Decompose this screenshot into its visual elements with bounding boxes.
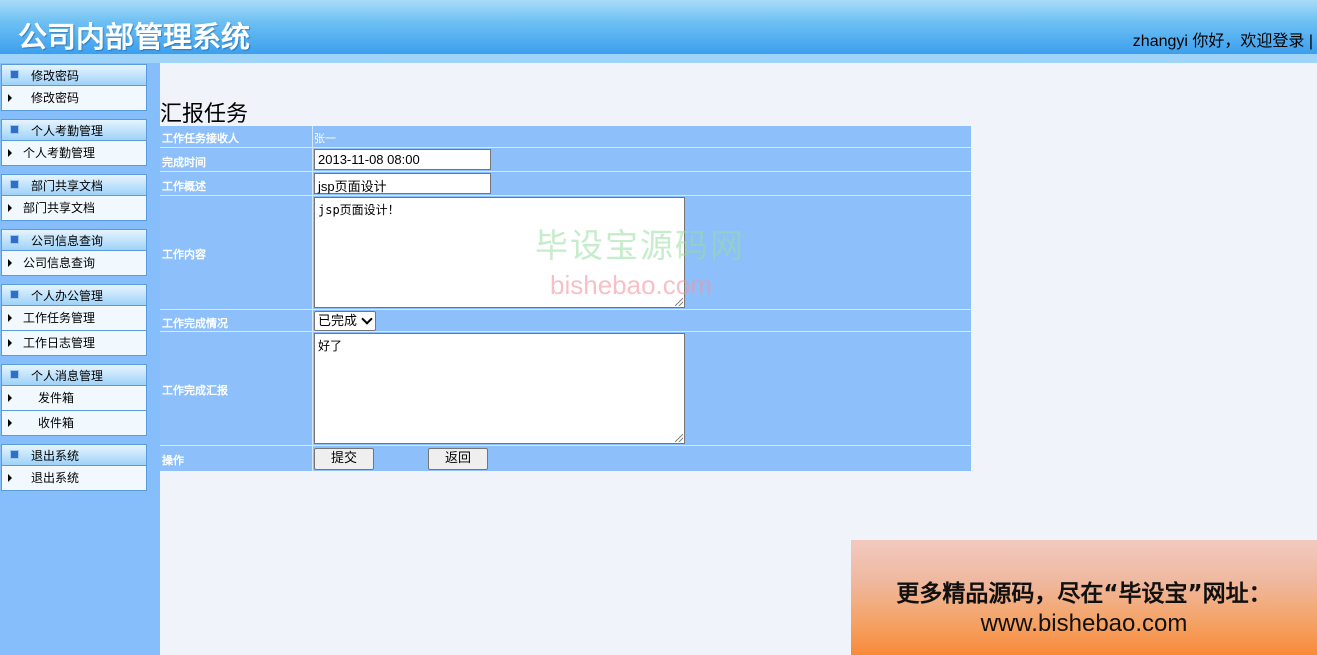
arrow-right-icon [8, 314, 12, 322]
receiver-value: 张一 [314, 132, 336, 145]
sidebar-item-log-management[interactable]: 工作日志管理 [1, 331, 147, 356]
menu-group-logout: 退出系统 退出系统 [1, 444, 147, 491]
menu-header-messages[interactable]: 个人消息管理 [1, 364, 147, 386]
sidebar-item-attendance[interactable]: 个人考勤管理 [1, 141, 147, 166]
promo-banner: 更多精品源码，尽在“毕设宝”网址： www.bishebao.com [851, 540, 1317, 655]
page-title: 汇报任务 [160, 102, 249, 127]
menu-group-messages: 个人消息管理 发件箱 收件箱 [1, 364, 147, 436]
finish-time-label: 完成时间 [162, 156, 206, 169]
summary-label: 工作概述 [162, 180, 206, 193]
sidebar-item-label: 修改密码 [31, 91, 80, 105]
sidebar-item-label: 公司信息查询 [23, 256, 96, 270]
menu-header-password[interactable]: 修改密码 [1, 64, 147, 86]
menu-group-company-info: 公司信息查询 公司信息查询 [1, 229, 147, 276]
app-title: 公司内部管理系统 [18, 20, 251, 54]
sidebar-item-company-info[interactable]: 公司信息查询 [1, 251, 147, 276]
sidebar-item-label: 工作任务管理 [23, 311, 96, 325]
receiver-label: 工作任务接收人 [162, 132, 239, 145]
promo-text: 更多精品源码，尽在“毕设宝”网址： [896, 581, 1272, 607]
arrow-right-icon [8, 419, 12, 427]
sidebar-item-label: 退出系统 [31, 471, 80, 485]
arrow-right-icon [8, 474, 12, 482]
menu-header-logout[interactable]: 退出系统 [1, 444, 147, 466]
square-bullet-icon [10, 180, 19, 189]
menu-header-label: 个人消息管理 [31, 369, 104, 383]
resize-grip-icon[interactable] [675, 434, 683, 442]
report-label: 工作完成汇报 [162, 384, 228, 397]
column-divider [312, 446, 313, 471]
arrow-right-icon [8, 339, 12, 347]
arrow-right-icon [8, 259, 12, 267]
menu-header-label: 公司信息查询 [31, 234, 104, 248]
arrow-right-icon [8, 204, 12, 212]
back-button[interactable]: 返回 [428, 448, 488, 470]
report-textarea[interactable]: 好了 [314, 333, 685, 444]
menu-header-label: 个人办公管理 [31, 289, 104, 303]
menu-header-shared-docs[interactable]: 部门共享文档 [1, 174, 147, 196]
arrow-right-icon [8, 394, 12, 402]
sidebar-item-label: 工作日志管理 [23, 336, 96, 350]
form-row-actions: 操作 提交 返回 [160, 446, 971, 471]
form-row-report: 工作完成汇报 好了 [160, 332, 971, 446]
square-bullet-icon [10, 70, 19, 79]
menu-header-label: 修改密码 [31, 69, 80, 83]
column-divider [312, 310, 313, 331]
status-select[interactable]: 已完成 [314, 311, 376, 331]
square-bullet-icon [10, 290, 19, 299]
watermark-url: bishebao.com [550, 270, 712, 300]
menu-header-company-info[interactable]: 公司信息查询 [1, 229, 147, 251]
promo-url: www.bishebao.com [980, 610, 1188, 637]
sidebar-item-outbox[interactable]: 发件箱 [1, 386, 147, 411]
menu-group-shared-docs: 部门共享文档 部门共享文档 [1, 174, 147, 221]
chevron-down-icon [361, 313, 373, 325]
column-divider [312, 172, 313, 195]
square-bullet-icon [10, 125, 19, 134]
menu-header-office[interactable]: 个人办公管理 [1, 284, 147, 306]
submit-button[interactable]: 提交 [314, 448, 374, 470]
content-label: 工作内容 [162, 248, 206, 261]
watermark-chinese: 毕设宝源码网 [535, 226, 745, 265]
sidebar: 修改密码 修改密码 个人考勤管理 个人考勤管理 部门共享文档 部门共享文档 公司… [0, 63, 160, 655]
sidebar-item-inbox[interactable]: 收件箱 [1, 411, 147, 436]
form-row-receiver: 工作任务接收人 张一 [160, 126, 971, 148]
form-row-summary: 工作概述 jsp页面设计 [160, 172, 971, 196]
summary-input[interactable]: jsp页面设计 [314, 173, 491, 194]
square-bullet-icon [10, 370, 19, 379]
form-row-status: 工作完成情况 已完成 [160, 310, 971, 332]
menu-group-attendance: 个人考勤管理 个人考勤管理 [1, 119, 147, 166]
menu-header-label: 部门共享文档 [31, 179, 104, 193]
column-divider [312, 148, 313, 171]
sidebar-item-label: 发件箱 [38, 391, 75, 405]
welcome-text: zhangyi 你好，欢迎登录 | [1132, 33, 1313, 50]
menu-header-label: 退出系统 [31, 449, 80, 463]
menu-group-office: 个人办公管理 工作任务管理 工作日志管理 [1, 284, 147, 356]
header-divider [0, 54, 1317, 63]
menu-header-attendance[interactable]: 个人考勤管理 [1, 119, 147, 141]
form-row-finish-time: 完成时间 2013-11-08 08:00 [160, 148, 971, 172]
arrow-right-icon [8, 149, 12, 157]
sidebar-item-label: 个人考勤管理 [23, 146, 96, 160]
finish-time-input[interactable]: 2013-11-08 08:00 [314, 149, 491, 170]
square-bullet-icon [10, 235, 19, 244]
sidebar-item-logout[interactable]: 退出系统 [1, 466, 147, 491]
column-divider [312, 332, 313, 445]
sidebar-item-label: 收件箱 [38, 416, 75, 430]
action-label: 操作 [162, 454, 184, 467]
header-bar: 公司内部管理系统 zhangyi 你好，欢迎登录 | [0, 0, 1317, 54]
arrow-right-icon [8, 94, 12, 102]
menu-header-label: 个人考勤管理 [31, 124, 104, 138]
menu-group-password: 修改密码 修改密码 [1, 64, 147, 111]
sidebar-item-change-password[interactable]: 修改密码 [1, 86, 147, 111]
sidebar-item-label: 部门共享文档 [23, 201, 96, 215]
square-bullet-icon [10, 450, 19, 459]
sidebar-item-shared-docs[interactable]: 部门共享文档 [1, 196, 147, 221]
column-divider [312, 196, 313, 309]
status-label: 工作完成情况 [162, 317, 228, 330]
status-selected-value: 已完成 [318, 313, 358, 328]
report-text: 好了 [318, 339, 343, 353]
content-text: jsp页面设计！ [318, 203, 400, 217]
column-divider [312, 126, 313, 147]
sidebar-item-task-management[interactable]: 工作任务管理 [1, 306, 147, 331]
